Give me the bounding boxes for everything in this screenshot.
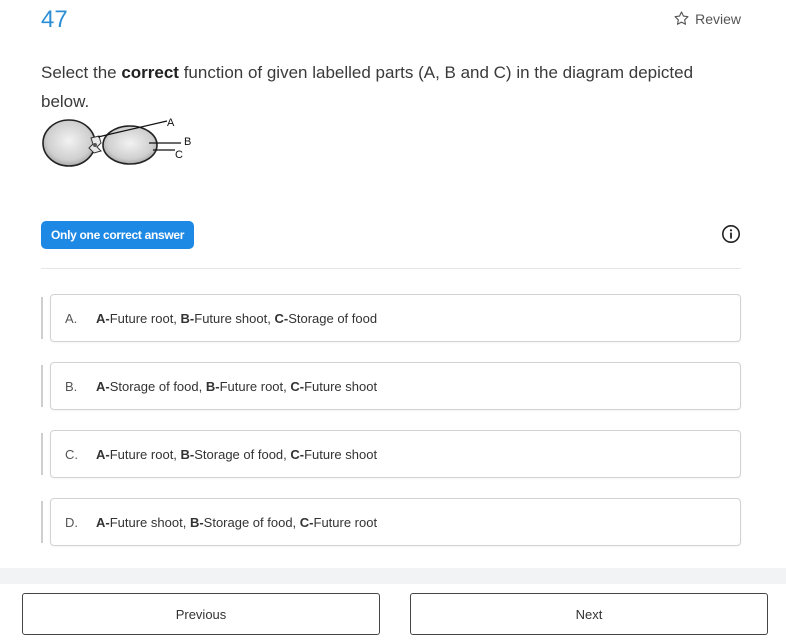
svg-text:C: C xyxy=(175,149,183,161)
option-text: A-Future shoot, B-Storage of food, C-Fut… xyxy=(96,514,378,530)
option-letter: D. xyxy=(65,514,78,530)
option-b[interactable]: B. A-Storage of food, B-Future root, C-F… xyxy=(50,362,741,410)
seed-diagram: A B C xyxy=(42,117,191,167)
question-number: 47 xyxy=(41,6,68,33)
option-left-bar xyxy=(41,433,43,475)
option-b-row: B. A-Storage of food, B-Future root, C-F… xyxy=(41,362,741,410)
option-text: A-Future root, B-Future shoot, C-Storage… xyxy=(96,310,378,326)
option-d[interactable]: D. A-Future shoot, B-Storage of food, C-… xyxy=(50,498,741,546)
star-icon xyxy=(674,11,689,25)
option-d-row: D. A-Future shoot, B-Storage of food, C-… xyxy=(41,498,741,546)
review-label: Review xyxy=(695,10,741,27)
review-button[interactable]: Review xyxy=(673,10,741,27)
svg-text:B: B xyxy=(184,136,191,148)
option-a[interactable]: A. A-Future root, B-Future shoot, C-Stor… xyxy=(50,294,741,342)
svg-text:A: A xyxy=(167,117,175,129)
option-left-bar xyxy=(41,501,43,543)
question-text: Select the correct function of given lab… xyxy=(41,63,694,111)
info-icon[interactable] xyxy=(721,224,741,244)
option-text: A-Storage of food, B-Future root, C-Futu… xyxy=(96,378,378,394)
next-button[interactable]: Next xyxy=(410,593,768,635)
option-a-row: A. A-Future root, B-Future shoot, C-Stor… xyxy=(41,294,741,342)
option-c[interactable]: C. A-Future root, B-Storage of food, C-F… xyxy=(50,430,741,478)
option-letter: B. xyxy=(65,378,78,394)
option-left-bar xyxy=(41,297,43,339)
divider xyxy=(41,268,741,269)
previous-button[interactable]: Previous xyxy=(22,593,380,635)
option-letter: C. xyxy=(65,446,78,462)
footer-separator xyxy=(0,568,786,584)
option-left-bar xyxy=(41,365,43,407)
option-letter: A. xyxy=(65,310,78,326)
option-c-row: C. A-Future root, B-Storage of food, C-F… xyxy=(41,430,741,478)
answer-type-badge: Only one correct answer xyxy=(41,221,195,249)
option-text: A-Future root, B-Storage of food, C-Futu… xyxy=(96,446,378,462)
